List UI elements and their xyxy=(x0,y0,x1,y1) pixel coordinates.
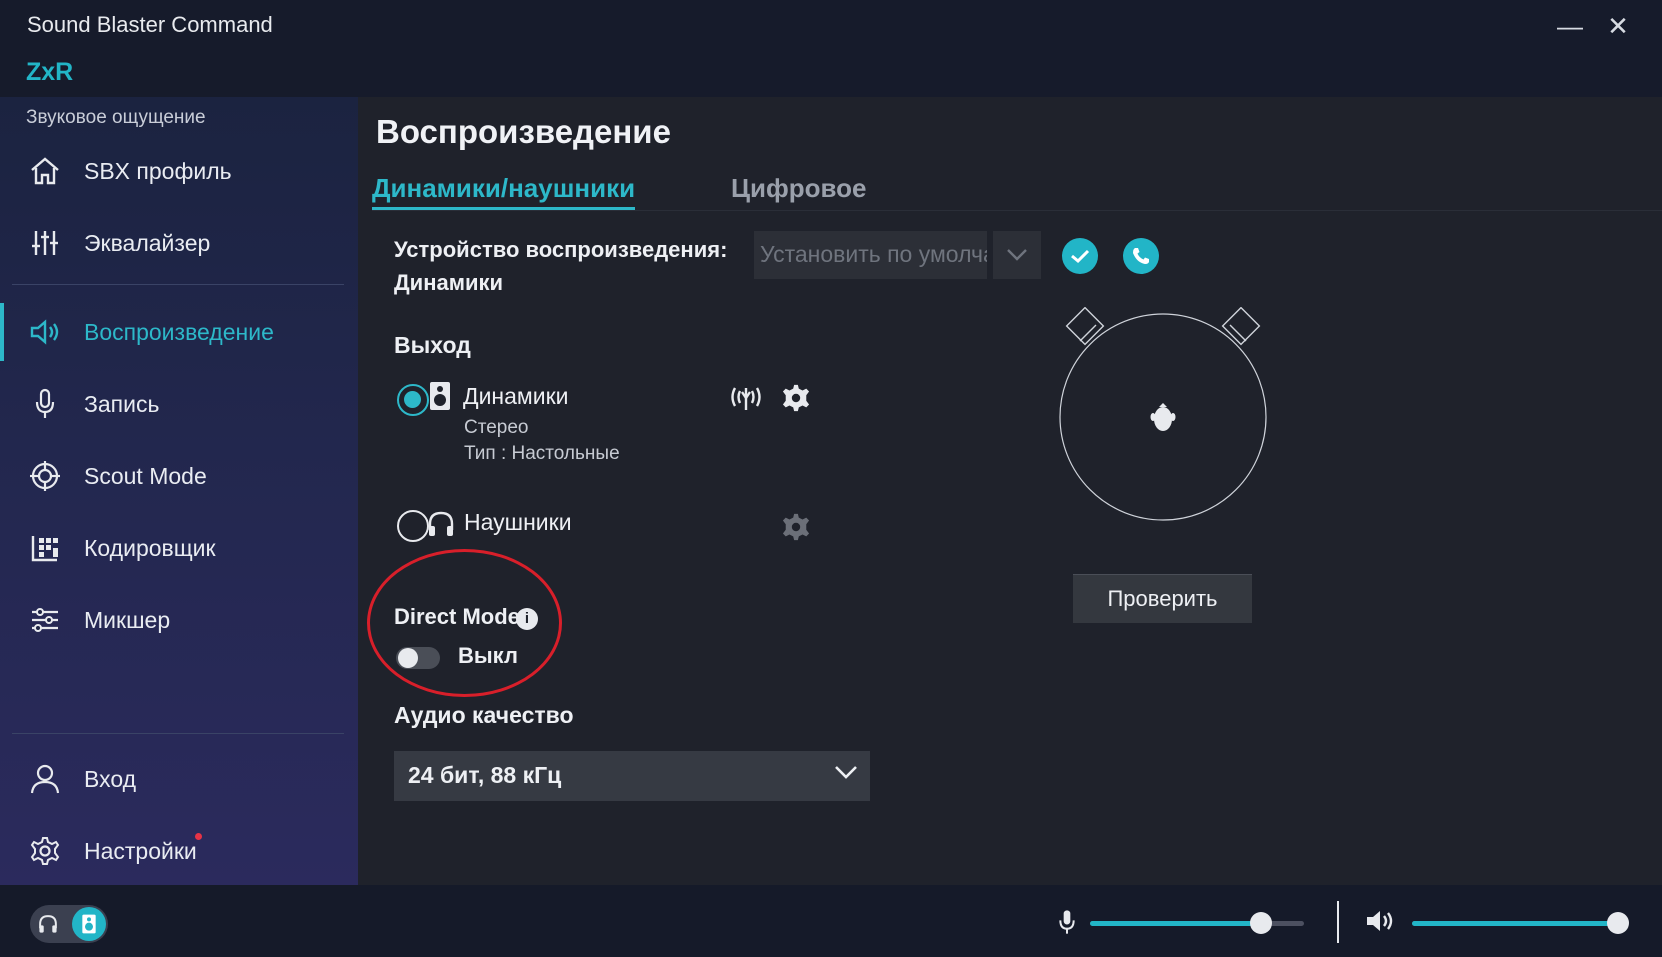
sidebar-item-label: Scout Mode xyxy=(84,462,207,489)
microphone-icon xyxy=(28,387,62,421)
speaker-box-icon xyxy=(82,914,96,934)
speakers-settings-gear-icon[interactable] xyxy=(782,384,810,417)
headphones-radio[interactable] xyxy=(397,510,429,542)
sidebar-item-scout-mode[interactable]: Scout Mode xyxy=(0,447,358,505)
close-button[interactable]: ✕ xyxy=(1598,10,1638,42)
direct-mode-state: Выкл xyxy=(458,643,518,668)
output-mode-switch[interactable] xyxy=(30,905,108,943)
direct-mode-label: Direct Mode xyxy=(394,604,520,629)
tab-speakers-headphones[interactable]: Динамики/наушники xyxy=(372,173,636,210)
audio-quality-dropdown[interactable]: 24 бит, 88 кГц xyxy=(394,751,870,801)
sidebar-item-label: Настройки xyxy=(84,837,197,864)
bottom-bar xyxy=(0,885,1662,957)
surround-sound-icon[interactable] xyxy=(729,384,763,417)
output-label: Выход xyxy=(394,332,471,358)
main-content: Воспроизведение Динамики/наушники Цифров… xyxy=(358,97,1662,885)
equalizer-icon xyxy=(28,226,62,260)
headphones-settings-gear-icon[interactable] xyxy=(782,513,810,546)
speaker-volume-slider[interactable] xyxy=(1412,912,1629,934)
sidebar-section-label: Звуковое ощущение xyxy=(26,107,206,128)
sidebar-item-label: Вход xyxy=(84,765,137,792)
sidebar-item-settings[interactable]: Настройки xyxy=(0,822,358,880)
sidebar-item-label: Микшер xyxy=(84,606,171,633)
info-icon[interactable]: i xyxy=(516,608,538,630)
crosshair-icon xyxy=(28,459,62,493)
divider xyxy=(1337,901,1339,943)
sidebar-item-recording[interactable]: Запись xyxy=(0,375,358,433)
direct-mode-toggle[interactable] xyxy=(396,647,440,669)
speaker-position-diagram xyxy=(1059,307,1267,521)
speaker-mode-knob xyxy=(72,907,106,941)
slider-thumb[interactable] xyxy=(1607,912,1629,934)
chevron-down-icon xyxy=(835,766,857,779)
tab-digital[interactable]: Цифровое xyxy=(731,173,866,204)
playback-device-label: Устройство воспроизведения: Динамики xyxy=(394,237,728,295)
default-communication-device-button[interactable] xyxy=(1123,238,1159,274)
slider-thumb[interactable] xyxy=(1250,912,1273,934)
chevron-down-icon xyxy=(1007,249,1027,261)
speaker-box-icon xyxy=(428,381,452,416)
speakers-channel-text: Стерео xyxy=(464,417,529,438)
right-speaker-icon xyxy=(1221,307,1261,346)
test-button[interactable]: Проверить xyxy=(1073,574,1252,623)
checkmark-icon xyxy=(1071,249,1090,264)
encoder-icon xyxy=(28,531,62,565)
speakers-radio[interactable] xyxy=(397,384,429,416)
speakers-type-text: Тип : Настольные xyxy=(464,443,620,464)
headphones-icon xyxy=(39,915,57,933)
slider-fill xyxy=(1090,921,1262,926)
set-default-dropdown[interactable]: Установить по умолчан xyxy=(754,231,987,279)
user-icon xyxy=(28,762,62,796)
headphones-icon xyxy=(427,510,455,543)
speakers-option-name: Динамики xyxy=(463,383,569,409)
sidebar-item-label: Эквалайзер xyxy=(84,229,211,256)
gear-icon xyxy=(28,834,62,868)
app-title: Sound Blaster Command xyxy=(27,12,273,37)
left-speaker-icon xyxy=(1065,307,1105,346)
speaker-volume-icon xyxy=(1367,911,1393,931)
audio-quality-value: 24 бит, 88 кГц xyxy=(408,762,562,788)
mixer-icon xyxy=(28,603,62,637)
speaker-icon xyxy=(28,315,62,349)
page-title: Воспроизведение xyxy=(376,113,671,150)
listener-head-icon xyxy=(1150,403,1176,431)
notification-dot xyxy=(195,833,202,840)
sidebar-divider xyxy=(12,284,344,285)
device-name: ZxR xyxy=(26,58,74,86)
minimize-button[interactable]: — xyxy=(1550,10,1590,42)
sidebar: Звуковое ощущение SBX профиль Эквалайзер… xyxy=(0,97,358,885)
sidebar-item-label: SBX профиль xyxy=(84,157,232,184)
sidebar-item-equalizer[interactable]: Эквалайзер xyxy=(0,214,358,272)
sidebar-item-sbx-profile[interactable]: SBX профиль xyxy=(0,142,358,200)
default-device-check-button[interactable] xyxy=(1062,238,1098,274)
home-icon xyxy=(28,154,62,188)
microphone-volume-slider[interactable] xyxy=(1090,912,1304,934)
audio-quality-label: Аудио качество xyxy=(394,702,574,728)
title-bar: Sound Blaster Command ZxR — ✕ xyxy=(0,0,1662,97)
sidebar-item-encoder[interactable]: Кодировщик xyxy=(0,519,358,577)
slider-fill xyxy=(1412,921,1618,926)
sidebar-item-label: Воспроизведение xyxy=(84,318,274,345)
sidebar-item-mixer[interactable]: Микшер xyxy=(0,591,358,649)
sidebar-divider xyxy=(12,733,344,734)
microphone-icon xyxy=(1059,910,1075,934)
sidebar-item-playback[interactable]: Воспроизведение xyxy=(0,303,358,361)
sidebar-item-label: Кодировщик xyxy=(84,534,216,561)
sidebar-item-login[interactable]: Вход xyxy=(0,750,358,808)
sidebar-item-label: Запись xyxy=(84,390,160,417)
phone-icon xyxy=(1133,248,1149,264)
set-default-dropdown-arrow[interactable] xyxy=(993,231,1041,279)
headphones-option-name: Наушники xyxy=(464,509,572,535)
tab-underline-divider xyxy=(372,210,1662,211)
